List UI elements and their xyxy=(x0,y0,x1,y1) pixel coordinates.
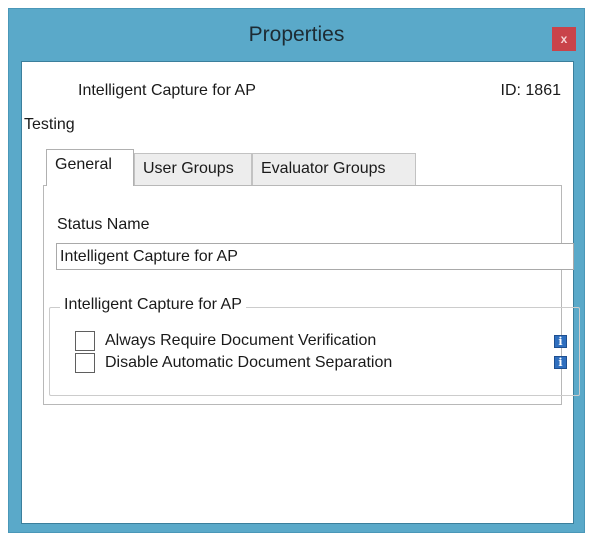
tab-general[interactable]: General xyxy=(46,149,134,186)
status-name-label: Status Name xyxy=(57,216,150,233)
item-id: ID: 1861 xyxy=(500,82,561,99)
always-require-verification-label[interactable]: Always Require Document Verification xyxy=(105,332,376,350)
disable-auto-separation-checkbox[interactable] xyxy=(75,353,95,373)
dialog-content: Intelligent Capture for AP ID: 1861 Test… xyxy=(21,61,580,524)
section-label: Testing xyxy=(24,116,75,133)
tab-user-groups[interactable]: User Groups xyxy=(134,153,252,185)
window-title: Properties xyxy=(248,23,345,46)
close-button[interactable]: x xyxy=(552,27,576,51)
option-row-separation[interactable]: Disable Automatic Document Separation xyxy=(75,352,392,374)
capture-options-group: Intelligent Capture for AP Always Requir… xyxy=(49,296,580,396)
always-require-verification-checkbox[interactable] xyxy=(75,331,95,351)
title-bar[interactable]: Properties x xyxy=(9,9,584,61)
status-name-input[interactable]: Intelligent Capture for AP xyxy=(56,243,574,270)
option-row-verification[interactable]: Always Require Document Verification xyxy=(75,330,376,352)
tab-evaluator-groups[interactable]: Evaluator Groups xyxy=(252,153,416,185)
general-tab-panel: Status Name Intelligent Capture for AP I… xyxy=(43,185,580,405)
disable-auto-separation-label[interactable]: Disable Automatic Document Separation xyxy=(105,354,392,372)
properties-window: Properties x Intelligent Capture for AP … xyxy=(8,8,585,533)
group-title: Intelligent Capture for AP xyxy=(60,296,246,314)
item-name: Intelligent Capture for AP xyxy=(78,82,256,99)
info-icon[interactable]: i xyxy=(554,335,567,348)
info-icon[interactable]: i xyxy=(554,356,567,369)
